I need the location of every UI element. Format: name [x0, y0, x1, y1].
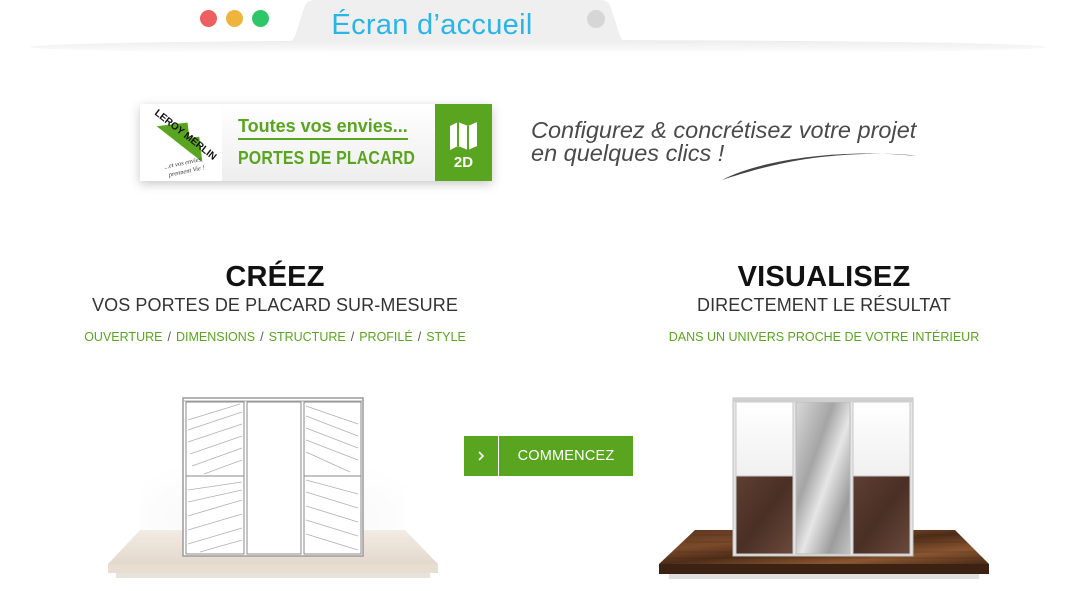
- feature-separator: /: [417, 330, 422, 344]
- badge-2d: 2D: [435, 104, 492, 181]
- feature-item: DIMENSIONS: [175, 330, 256, 344]
- visualize-section: VISUALISEZ DIRECTEMENT LE RÉSULTAT DANS …: [624, 262, 1024, 344]
- start-button[interactable]: COMMENCEZ: [464, 436, 633, 476]
- feature-item: STRUCTURE: [268, 330, 346, 344]
- badge-label: 2D: [453, 154, 474, 171]
- feature-item: STYLE: [426, 330, 466, 344]
- feature-separator: /: [350, 330, 355, 344]
- visualize-heading: VISUALISEZ: [737, 261, 911, 293]
- banner-slogan: Toutes vos envies...: [238, 116, 408, 140]
- active-tab[interactable]: Écran d’accueil: [282, 0, 630, 43]
- banner-product: PORTES DE PLACARD: [238, 147, 416, 168]
- feature-item: OUVERTURE: [84, 330, 163, 344]
- create-section: CRÉEZ VOS PORTES DE PLACARD SUR-MESURE O…: [70, 262, 480, 344]
- tagline-line-1: Configurez & concrétisez votre projet: [531, 117, 917, 143]
- swoosh-decoration: [722, 153, 916, 180]
- wardrobe-sketch-illustration: [108, 397, 438, 578]
- create-heading: CRÉEZ: [225, 261, 325, 293]
- wardrobe-render-illustration: [659, 397, 989, 579]
- brand-logo: LEROY MERLIN ...et vos envies prennent V…: [144, 107, 222, 180]
- start-button-label: COMMENCEZ: [499, 436, 633, 476]
- minimize-dot[interactable]: [226, 10, 243, 27]
- chevron-right-icon: [464, 436, 499, 476]
- maximize-dot[interactable]: [252, 10, 269, 27]
- feature-separator: /: [167, 330, 171, 344]
- window-controls: [200, 10, 269, 27]
- visualize-subheading: DIRECTEMENT LE RÉSULTAT: [696, 295, 951, 315]
- create-subheading: VOS PORTES DE PLACARD SUR-MESURE: [92, 295, 458, 315]
- tab-close-button[interactable]: [587, 10, 605, 28]
- visualize-detail: DANS UN UNIVERS PROCHE DE VOTRE INTÉRIEU…: [668, 330, 980, 344]
- product-banner: LEROY MERLIN ...et vos envies prennent V…: [140, 104, 492, 181]
- tab-title: Écran d’accueil: [331, 9, 533, 41]
- feature-item: PROFILÉ: [359, 330, 413, 344]
- map-icon: [450, 122, 477, 150]
- home-screen: Écran d’accueil LEROY MERLIN ...et vos e…: [0, 0, 1076, 591]
- feature-list: OUVERTURE / DIMENSIONS / STRUCTURE / PROFILÉ / S…: [70, 330, 480, 344]
- close-dot[interactable]: [200, 10, 217, 27]
- feature-separator: /: [260, 330, 264, 344]
